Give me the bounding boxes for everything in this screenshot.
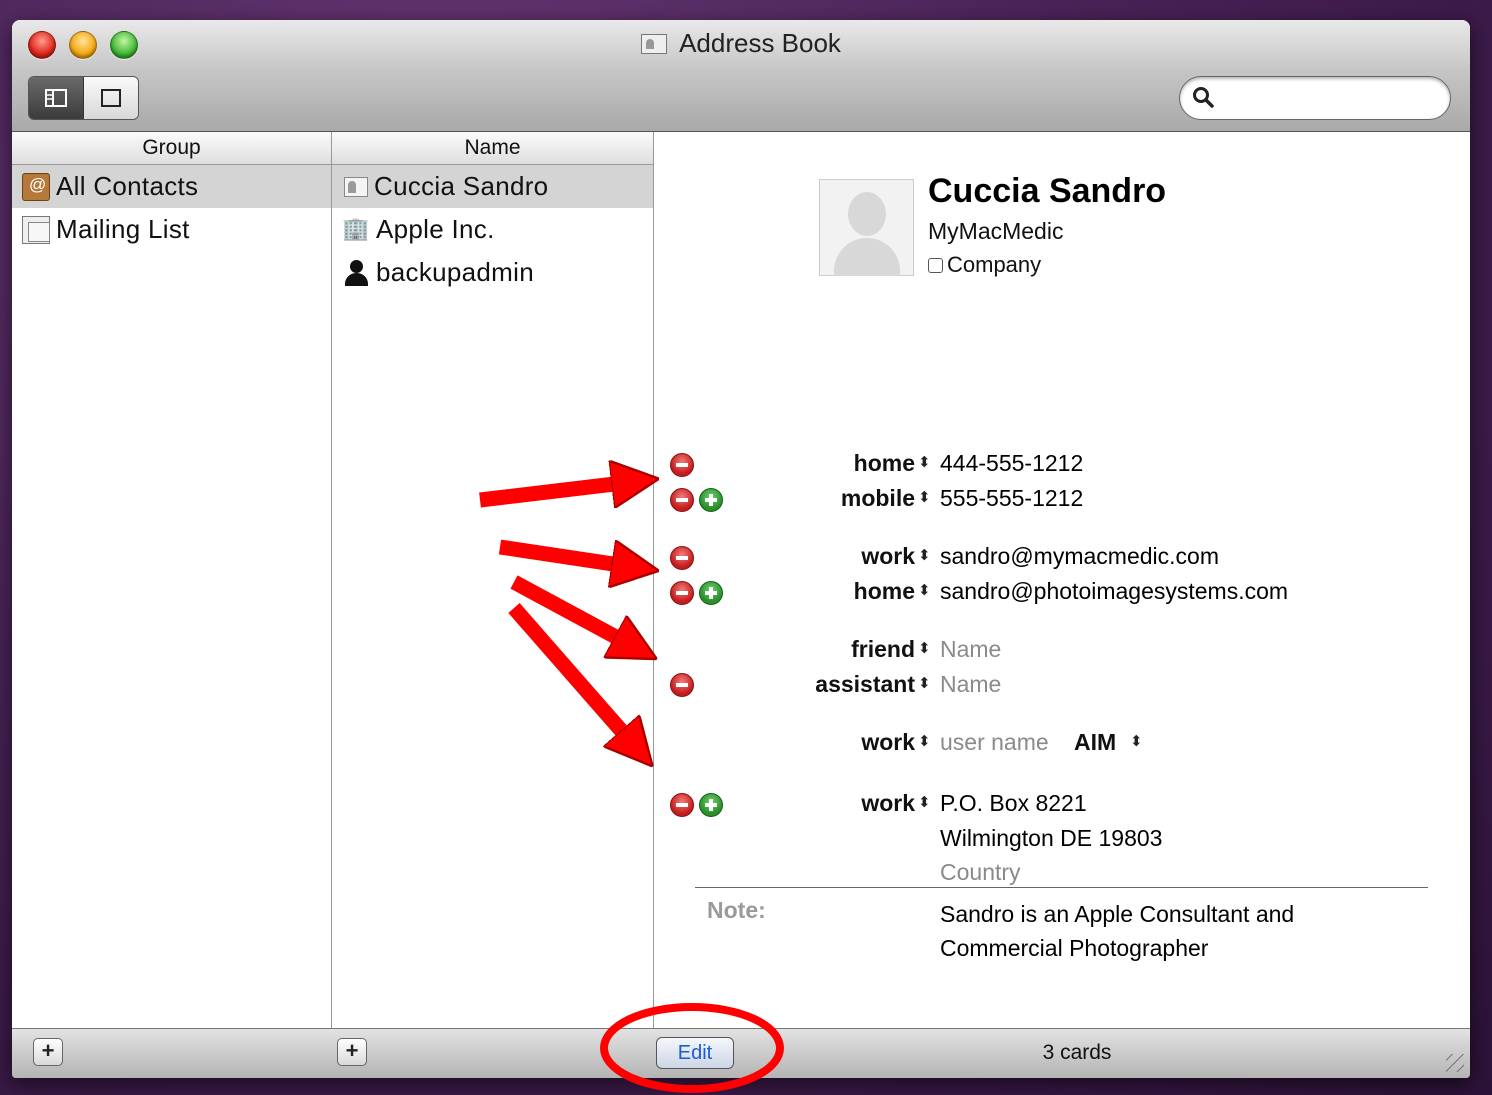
building-icon — [342, 216, 370, 244]
checkbox-icon[interactable] — [928, 257, 943, 273]
group-item-all-contacts[interactable]: All Contacts — [12, 165, 331, 208]
field-label[interactable]: home — [655, 578, 915, 605]
card-count: 3 cards — [1042, 1041, 1112, 1064]
group-item-mailing-list[interactable]: Mailing List — [12, 208, 331, 251]
label-popup-arrows-icon[interactable]: ⬍ — [918, 676, 931, 691]
field-label[interactable]: mobile — [655, 485, 915, 512]
note-label: Note: — [707, 897, 766, 923]
address-book-window: Address Book Group All Contacts Mailing … — [12, 20, 1470, 1078]
bottom-bar: + + Edit 3 cards — [12, 1028, 1470, 1078]
search-icon — [1193, 87, 1214, 108]
related-name-value[interactable]: Name — [940, 636, 1001, 663]
label-popup-arrows-icon[interactable]: ⬍ — [918, 734, 931, 749]
edit-button[interactable]: Edit — [656, 1037, 734, 1069]
view-mode-control — [28, 76, 139, 120]
field-label[interactable]: work — [655, 790, 915, 817]
contact-name[interactable]: Cuccia Sandro — [928, 172, 1166, 211]
label-popup-arrows-icon[interactable]: ⬍ — [918, 795, 931, 810]
address-line2[interactable]: Wilmington DE 19803 — [940, 825, 1162, 852]
name-item-backupadmin[interactable]: backupadmin — [332, 251, 653, 294]
name-item-label: Apple Inc. — [376, 214, 495, 244]
address-line1[interactable]: P.O. Box 8221 — [940, 790, 1087, 817]
name-item-cuccia-sandro[interactable]: Cuccia Sandro — [332, 165, 653, 208]
email-value[interactable]: sandro@photoimagesystems.com — [940, 578, 1288, 605]
columns-view-icon — [45, 89, 67, 107]
group-column-header[interactable]: Group — [12, 132, 331, 165]
group-column: Group All Contacts Mailing List — [12, 132, 332, 1028]
phone-value[interactable]: 555-555-1212 — [940, 485, 1083, 512]
search-input[interactable] — [1224, 85, 1434, 111]
label-popup-arrows-icon[interactable]: ⬍ — [918, 490, 931, 505]
name-column-header[interactable]: Name — [332, 132, 653, 165]
service-popup-arrows-icon[interactable]: ⬍ — [1130, 734, 1143, 749]
note-line: Sandro is an Apple Consultant and — [940, 901, 1295, 927]
name-item-label: backupadmin — [376, 257, 534, 287]
field-label[interactable]: friend — [655, 636, 915, 663]
view-card-button[interactable] — [84, 77, 138, 119]
related-name-value[interactable]: Name — [940, 671, 1001, 698]
contact-company[interactable]: MyMacMedic — [928, 218, 1063, 245]
label-popup-arrows-icon[interactable]: ⬍ — [918, 641, 931, 656]
email-value[interactable]: sandro@mymacmedic.com — [940, 543, 1219, 570]
company-checkbox[interactable]: Company — [928, 252, 1041, 278]
note-line: Commercial Photographer — [940, 935, 1209, 961]
label-popup-arrows-icon[interactable]: ⬍ — [918, 548, 931, 563]
name-item-label: Cuccia Sandro — [374, 171, 549, 201]
window-title-text: Address Book — [679, 28, 841, 58]
field-label[interactable]: work — [655, 543, 915, 570]
name-item-apple-inc[interactable]: Apple Inc. — [332, 208, 653, 251]
window-title: Address Book — [12, 28, 1470, 59]
field-label[interactable]: work — [655, 729, 915, 756]
add-contact-button[interactable]: + — [337, 1038, 367, 1066]
person-icon — [342, 259, 370, 287]
phone-value[interactable]: 444-555-1212 — [940, 450, 1083, 477]
group-stack-icon — [22, 215, 50, 244]
search-field[interactable] — [1179, 76, 1451, 120]
company-checkbox-label: Company — [947, 252, 1042, 277]
group-item-label: All Contacts — [56, 171, 199, 201]
title-bar: Address Book — [12, 20, 1470, 132]
card-icon — [344, 176, 368, 197]
label-popup-arrows-icon[interactable]: ⬍ — [918, 583, 931, 598]
contacts-book-icon — [22, 172, 50, 201]
label-popup-arrows-icon[interactable]: ⬍ — [918, 455, 931, 470]
im-username-value[interactable]: user name — [940, 729, 1049, 756]
view-columns-button[interactable] — [29, 77, 84, 119]
contact-photo[interactable] — [819, 179, 914, 276]
add-group-button[interactable]: + — [33, 1038, 63, 1066]
name-column: Name Cuccia Sandro Apple Inc. backupadmi… — [332, 132, 654, 1028]
card-view-icon — [101, 89, 121, 107]
address-country[interactable]: Country — [940, 859, 1021, 886]
field-label[interactable]: assistant — [655, 671, 915, 698]
resize-grip-icon[interactable] — [1446, 1054, 1464, 1072]
note-value[interactable]: Sandro is an Apple Consultant and Commer… — [940, 897, 1360, 965]
card-detail-pane: Cuccia Sandro MyMacMedic Company home ⬍ … — [655, 132, 1470, 1028]
note-divider — [695, 887, 1428, 888]
field-label[interactable]: home — [655, 450, 915, 477]
im-service-label[interactable]: AIM — [1074, 729, 1116, 756]
address-book-icon — [641, 34, 668, 54]
group-item-label: Mailing List — [56, 214, 190, 244]
